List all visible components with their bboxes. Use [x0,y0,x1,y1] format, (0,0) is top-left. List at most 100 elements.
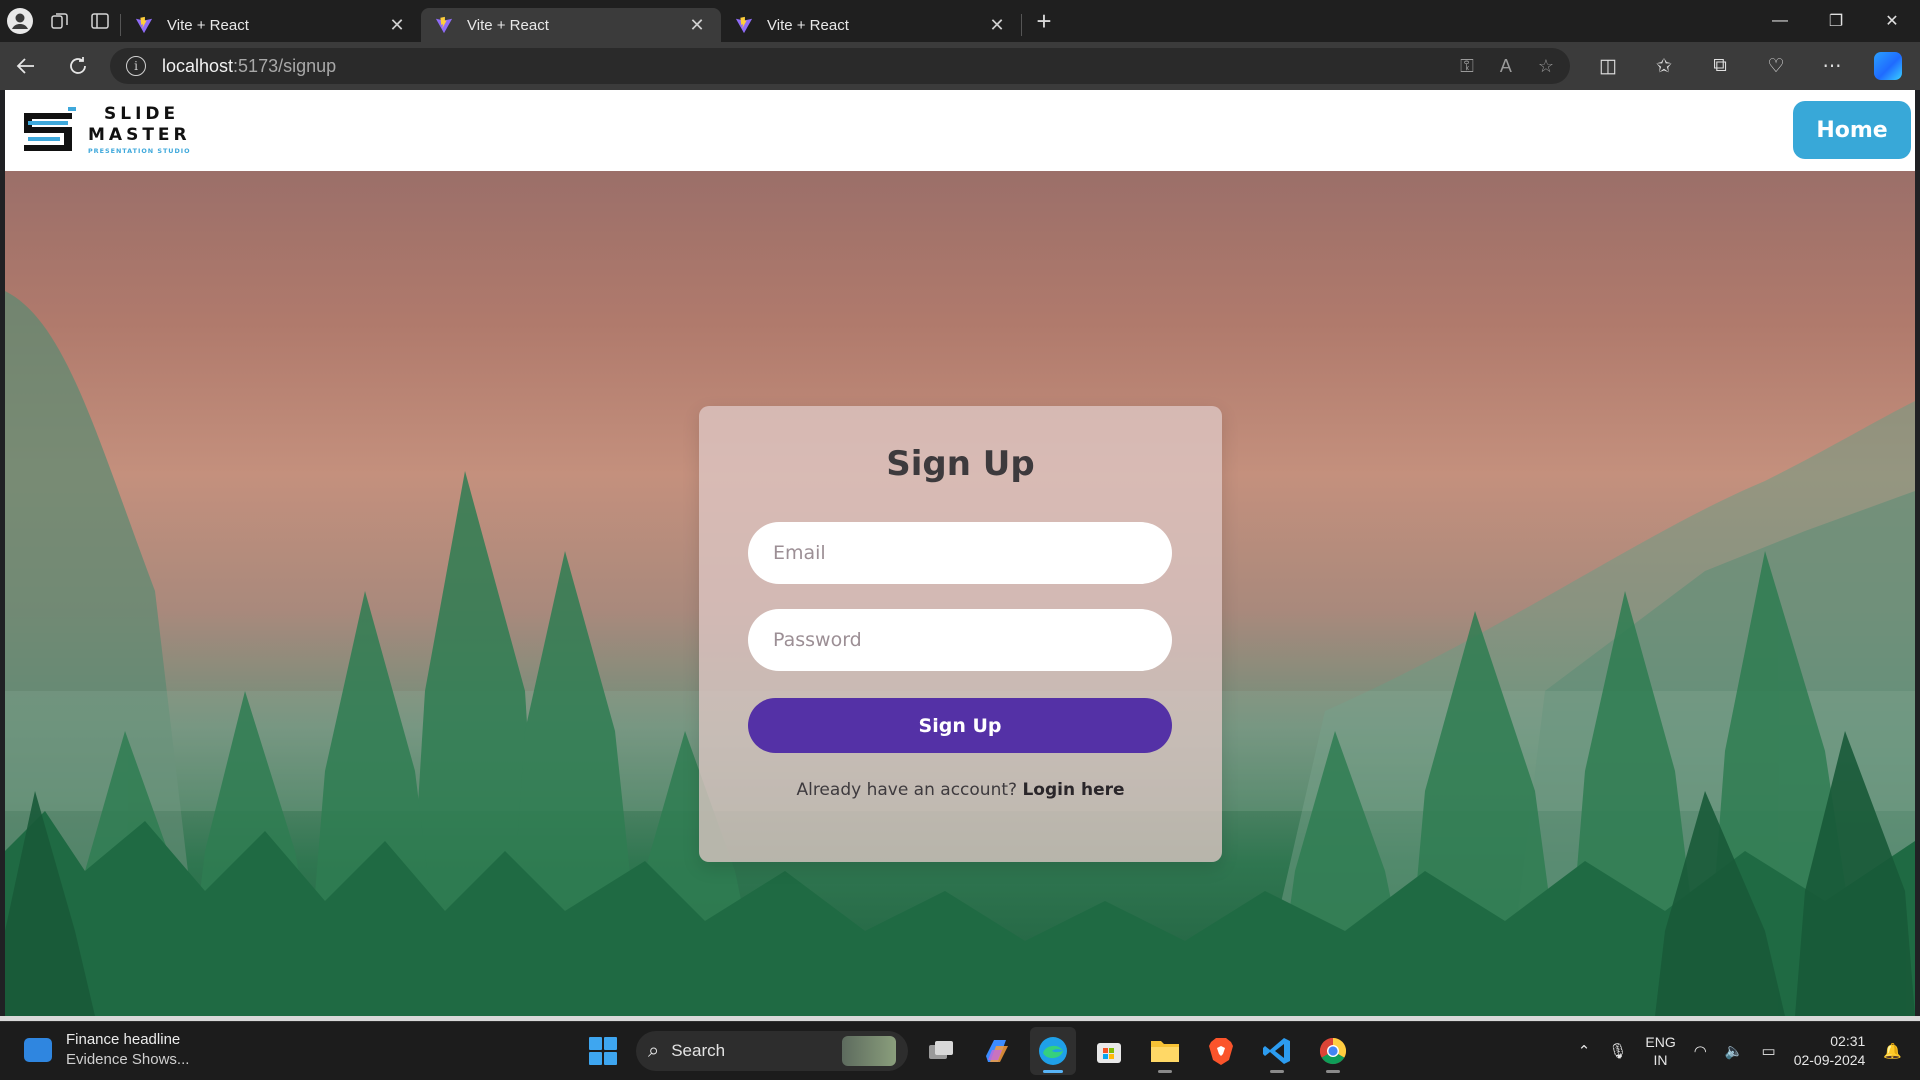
browser-essentials-icon[interactable]: ♡ [1748,42,1804,90]
browser-tab-strip: Vite + React ✕ Vite + React ✕ Vite + Rea… [0,0,1920,42]
copilot-app-button[interactable] [974,1027,1020,1075]
home-button[interactable]: Home [1793,101,1911,159]
tab-title: Vite + React [467,16,549,34]
hero-background: Sign Up Sign Up Already have an account?… [5,171,1915,1016]
brave-app-button[interactable] [1198,1027,1244,1075]
signup-submit-button[interactable]: Sign Up [748,698,1172,753]
url-host: localhost [162,55,234,76]
clock-time: 02:31 [1830,1033,1866,1049]
region-code: IN [1653,1052,1668,1068]
copilot-icon [1874,52,1902,80]
show-hidden-icons-chevron-icon[interactable]: ⌃ [1578,1042,1591,1060]
vertical-tabs-icon[interactable] [80,0,120,42]
os-taskbar: Finance headline Evidence Shows... ⌕ Sea… [0,1021,1920,1080]
folder-icon [1151,1041,1179,1062]
close-tab-icon[interactable]: ✕ [687,15,707,36]
notification-bell-icon[interactable]: 🔔 [1883,1042,1902,1060]
logo-tagline: PRESENTATION STUDIO [88,147,191,156]
browser-tab-2[interactable]: Vite + React ✕ [421,8,721,42]
system-tray: ⌃ 🎙 ENG IN ◠ 🔈 ▭ 02:31 02-09-2024 🔔 [1578,1027,1902,1075]
widgets-icon [24,1038,52,1062]
vite-favicon-icon [435,16,453,34]
read-aloud-icon[interactable]: A [1500,56,1512,77]
login-link[interactable]: Login here [1022,780,1124,800]
url-path: :5173/signup [233,55,337,76]
back-arrow-icon [16,58,34,74]
language-code: ENG [1645,1034,1676,1050]
email-input[interactable] [748,522,1172,584]
search-label: Search [671,1041,726,1060]
clock[interactable]: 02:31 02-09-2024 [1794,1032,1866,1070]
minimize-button[interactable]: — [1752,0,1808,42]
collections-icon[interactable]: ⧉ [1692,42,1748,90]
split-screen-icon[interactable]: ◫ [1580,42,1636,90]
tab-title: Vite + React [767,16,849,34]
vscode-app-button[interactable] [1254,1027,1300,1075]
chrome-icon [1319,1037,1347,1065]
running-indicator [1270,1070,1284,1073]
news-widget[interactable]: Finance headline Evidence Shows... [24,1030,189,1070]
vite-favicon-icon [135,16,153,34]
search-highlight-image [842,1036,896,1066]
taskbar-search[interactable]: ⌕ Search [636,1031,908,1071]
microsoft-store-icon [1097,1043,1121,1063]
volume-icon[interactable]: 🔈 [1725,1042,1744,1060]
battery-icon[interactable]: ▭ [1762,1042,1776,1060]
site-info-icon[interactable]: i [126,56,146,76]
start-button[interactable] [580,1027,626,1075]
search-icon: ⌕ [648,1039,660,1062]
password-input[interactable] [748,609,1172,671]
logo-text-master: MASTER [88,125,191,146]
back-button[interactable] [0,42,52,90]
vite-favicon-icon [735,16,753,34]
site-header: SLIDE MASTER PRESENTATION STUDIO Home [5,90,1915,171]
widget-subtitle: Evidence Shows... [66,1051,190,1068]
favorite-star-icon[interactable]: ☆ [1538,56,1554,77]
restore-button[interactable]: ❐ [1808,0,1864,42]
web-page: SLIDE MASTER PRESENTATION STUDIO Home Si… [5,90,1915,1016]
login-prompt-text: Already have an account? [796,780,1018,800]
active-indicator [1043,1070,1063,1073]
running-indicator [1326,1070,1340,1073]
signup-title: Sign Up [886,444,1035,484]
tab-title: Vite + React [167,16,249,34]
file-explorer-button[interactable] [1142,1027,1188,1075]
workspaces-icon[interactable] [40,0,80,42]
signup-card: Sign Up Sign Up Already have an account?… [699,406,1222,862]
login-prompt: Already have an account? Login here [699,780,1222,800]
microphone-icon[interactable]: 🎙 [1608,1042,1627,1060]
window-controls: — ❐ ✕ [1752,0,1920,42]
vscode-icon [1263,1038,1290,1064]
edge-app-button[interactable] [1030,1027,1076,1075]
task-view-button[interactable] [918,1027,964,1075]
browser-toolbar: i localhost:5173/signup ⚿ A ☆ ◫ ✩ ⧉ ♡ ⋯ [0,42,1920,90]
favorites-icon[interactable]: ✩ [1636,42,1692,90]
brave-browser-icon [1209,1038,1233,1065]
windows-logo-icon [589,1037,617,1065]
site-logo[interactable]: SLIDE MASTER PRESENTATION STUDIO [18,101,191,161]
browser-tab-1[interactable]: Vite + React ✕ [121,8,421,42]
slide-master-logo-icon [24,106,76,151]
address-bar[interactable]: i localhost:5173/signup ⚿ A ☆ [110,48,1570,84]
widget-title: Finance headline [66,1031,181,1048]
input-language[interactable]: ENG IN [1645,1033,1675,1069]
clock-date: 02-09-2024 [1793,1052,1866,1068]
profile-icon[interactable] [0,0,40,42]
copilot-app-icon [986,1040,1008,1062]
key-icon[interactable]: ⚿ [1460,56,1474,77]
reload-button[interactable] [52,42,104,90]
close-tab-icon[interactable]: ✕ [387,15,407,36]
wifi-icon[interactable]: ◠ [1694,1042,1707,1060]
reload-icon [70,57,86,74]
close-window-button[interactable]: ✕ [1864,0,1920,42]
running-indicator [1158,1070,1172,1073]
store-app-button[interactable] [1086,1027,1132,1075]
chrome-app-button[interactable] [1310,1027,1356,1075]
browser-tab-3[interactable]: Vite + React ✕ [721,8,1021,42]
copilot-button[interactable] [1860,42,1916,90]
new-tab-button[interactable]: + [1022,0,1066,42]
close-tab-icon[interactable]: ✕ [987,15,1007,36]
edge-browser-icon [1039,1037,1067,1065]
more-menu-icon[interactable]: ⋯ [1804,42,1860,90]
task-view-icon [929,1041,953,1059]
